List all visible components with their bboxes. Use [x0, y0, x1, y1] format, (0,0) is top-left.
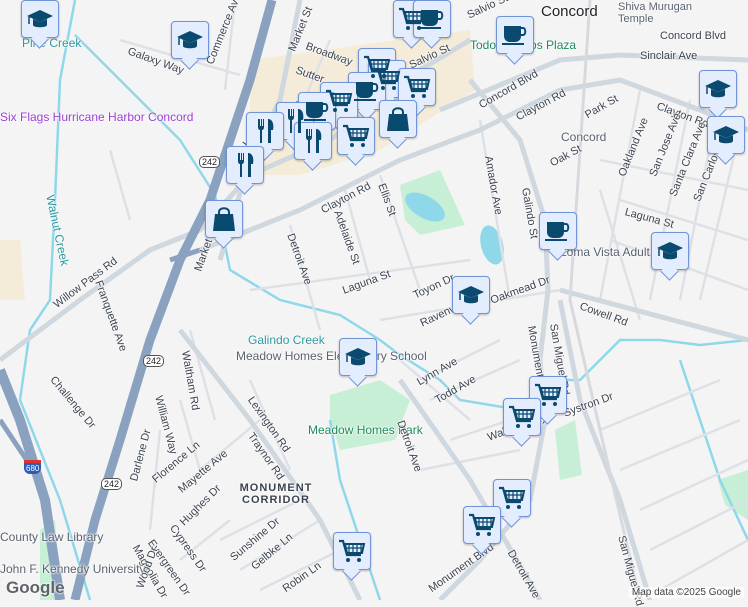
- sr242-shield: 242: [101, 478, 123, 490]
- graduation-cap-icon: [458, 286, 484, 304]
- sr242-shield: 242: [199, 156, 221, 168]
- place-marker-shopping-cart[interactable]: [398, 68, 436, 106]
- map-label-sinclair-ave: Sinclair Ave: [640, 50, 698, 62]
- place-marker-shopping-bag[interactable]: [379, 100, 417, 138]
- place-marker-graduation-cap[interactable]: [707, 116, 745, 154]
- coffee-cup-icon: [545, 222, 570, 241]
- google-logo: Google: [6, 578, 65, 597]
- map-label-concord-station[interactable]: Concord: [561, 130, 606, 144]
- place-marker-fork-knife[interactable]: [226, 146, 264, 184]
- place-marker-shopping-cart[interactable]: [503, 398, 541, 436]
- fork-knife-icon: [238, 153, 254, 177]
- map-label-concord: Concord: [541, 3, 598, 20]
- coffee-cup-icon: [419, 10, 444, 29]
- place-marker-shopping-cart[interactable]: [493, 479, 531, 517]
- place-marker-coffee-cup[interactable]: [413, 0, 451, 38]
- place-marker-graduation-cap[interactable]: [452, 276, 490, 314]
- place-marker-coffee-cup[interactable]: [496, 16, 534, 54]
- place-marker-shopping-cart[interactable]: [333, 532, 371, 570]
- shopping-cart-icon: [404, 75, 431, 98]
- fork-knife-icon: [258, 119, 274, 143]
- graduation-cap-icon: [657, 242, 683, 260]
- shopping-bag-icon: [387, 107, 409, 131]
- shopping-cart-icon: [339, 539, 366, 562]
- map-label-shiva[interactable]: Shiva Murugan Temple: [618, 1, 728, 25]
- graduation-cap-icon: [345, 348, 371, 366]
- shopping-bag-icon: [213, 207, 235, 231]
- map-attribution[interactable]: Map data ©2025 Google: [628, 587, 744, 598]
- map-label-hurricane-harbor[interactable]: Six Flags Hurricane Harbor Concord: [0, 110, 193, 124]
- shopping-cart-icon: [499, 486, 526, 509]
- shopping-cart-icon: [469, 513, 496, 536]
- shopping-cart-icon: [535, 383, 562, 406]
- place-marker-shopping-cart[interactable]: [337, 117, 375, 155]
- shopping-cart-icon: [509, 405, 536, 428]
- place-marker-graduation-cap[interactable]: [651, 232, 689, 270]
- place-marker-coffee-cup[interactable]: [539, 212, 577, 250]
- place-marker-shopping-cart[interactable]: [463, 506, 501, 544]
- sr242-shield: 242: [143, 355, 165, 367]
- highways: [0, 0, 277, 600]
- graduation-cap-icon: [177, 31, 203, 49]
- coffee-cup-icon: [502, 26, 527, 45]
- park: [330, 380, 410, 450]
- coffee-cup-icon: [354, 82, 379, 101]
- place-marker-graduation-cap[interactable]: [339, 338, 377, 376]
- map-label-county-library[interactable]: County Law Library: [0, 530, 103, 544]
- i680-shield: 680: [24, 460, 42, 474]
- map-label-meadow-homes-school[interactable]: Meadow Homes Elementary School: [236, 349, 427, 363]
- place-marker-fork-knife[interactable]: [246, 112, 284, 150]
- map-label-concord-blvd-e: Concord Blvd: [660, 30, 727, 42]
- shopping-cart-icon: [343, 124, 370, 147]
- place-marker-graduation-cap[interactable]: [699, 70, 737, 108]
- place-marker-graduation-cap[interactable]: [171, 21, 209, 59]
- fork-knife-icon: [306, 129, 322, 153]
- graduation-cap-icon: [27, 10, 53, 28]
- map-label-jfk-university[interactable]: John F. Kennedy University: [0, 562, 145, 576]
- map-label-monument-corridor: MONUMENT CORRIDOR: [239, 482, 313, 506]
- park: [555, 420, 582, 480]
- graduation-cap-icon: [705, 80, 731, 98]
- commercial-area: [0, 240, 25, 300]
- map-label-galindo-creek: Galindo Creek: [248, 333, 325, 347]
- place-marker-fork-knife[interactable]: [294, 122, 332, 160]
- place-marker-graduation-cap[interactable]: [21, 0, 59, 38]
- place-marker-shopping-bag[interactable]: [205, 200, 243, 238]
- graduation-cap-icon: [713, 126, 739, 144]
